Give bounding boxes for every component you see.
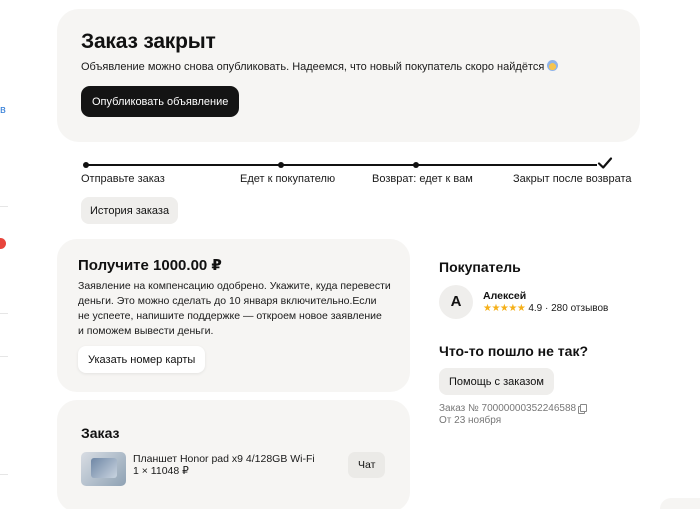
order-history-button[interactable]: История заказа [81,197,179,224]
copy-icon[interactable] [578,404,588,414]
avatar[interactable]: А [439,285,473,319]
progress-step-2-label: Едет к покупателю [240,173,336,185]
buyer-title: Покупатель [439,259,521,275]
order-number: Заказ № 70000000352246588 [439,403,588,414]
progress-step-4-label: Закрыт после возврата [513,173,632,185]
bottom-corner-panel [660,498,700,509]
progress-line [281,164,415,166]
progress-step-1-label: Отправьте заказ [81,173,165,185]
sidebar-divider [0,356,8,357]
publish-listing-button[interactable]: Опубликовать объявление [81,86,240,117]
compensation-text-line: не успеете, напишите поддержке — откроем… [78,310,382,322]
compensation-text-line: и поможем вывести деньги. [78,325,214,337]
compensation-card: Получите 1000.00 ₽ Заявление на компенса… [57,239,410,392]
banner-subtitle: Объявление можно снова опубликовать. Над… [81,60,559,73]
chat-button[interactable]: Чат [348,452,386,478]
product-thumbnail[interactable] [81,452,126,486]
sidebar-divider [0,474,8,475]
page-title: Заказ закрыт [81,30,216,53]
emoji-icon [547,60,559,71]
product-quantity-price: 1 × 11048 ₽ [133,465,189,477]
buyer-name[interactable]: Алексей [483,290,526,302]
order-card: Заказ Планшет Honor pad x9 4/128GB Wi-Fi… [57,400,410,509]
problem-title: Что-то пошло не так? [439,343,588,359]
compensation-text-line: Заявление на компенсацию одобрено. Укажи… [78,280,391,292]
enter-card-number-button[interactable]: Указать номер карты [78,346,206,373]
progress-line [416,164,597,166]
check-icon [597,157,613,169]
order-title: Заказ [81,425,120,441]
order-closed-banner: Заказ закрыт Объявление можно снова опуб… [57,9,640,142]
sidebar-cut-text: в [0,104,6,116]
progress-line [86,164,280,166]
order-date: От 23 ноября [439,415,502,426]
product-name[interactable]: Планшет Honor pad x9 4/128GB Wi-Fi [133,453,315,465]
progress-step-3-label: Возврат: едет к вам [372,173,473,185]
order-help-button[interactable]: Помощь с заказом [439,368,554,395]
sidebar-notification-dot [0,238,6,249]
compensation-title: Получите 1000.00 ₽ [78,257,222,274]
compensation-description: Заявление на компенсацию одобрено. Укажи… [78,279,391,339]
star-rating-icon: ★★★★★ [483,303,526,314]
compensation-text-line: деньги. Это можно сделать до 10 января в… [78,295,377,307]
sidebar-divider [0,206,8,207]
buyer-rating: ★★★★★ 4.9 · 280 отзывов [483,303,609,314]
order-progress-tracker [83,156,613,172]
sidebar-divider [0,313,8,314]
